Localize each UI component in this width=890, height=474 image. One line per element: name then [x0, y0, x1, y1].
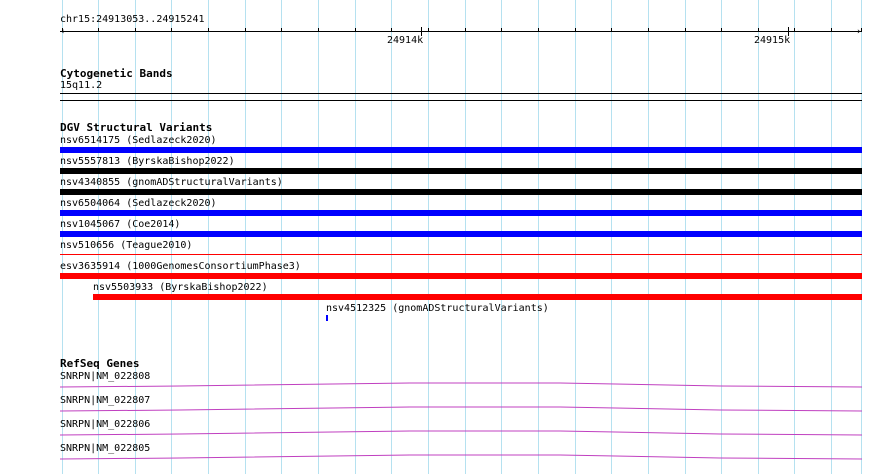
gene-model-line: [59, 406, 863, 412]
gene-label[interactable]: SNRPN|NM_022807: [60, 395, 150, 406]
gene-model-line: [59, 430, 863, 436]
gene-model-line: [59, 454, 863, 460]
genome-browser-view: chr15:24913053..24915241 ‹ › 24914k 2491…: [0, 0, 890, 474]
gene-label[interactable]: SNRPN|NM_022806: [60, 419, 150, 430]
gene-label[interactable]: SNRPN|NM_022805: [60, 443, 150, 454]
gene-model-line: [59, 382, 863, 388]
